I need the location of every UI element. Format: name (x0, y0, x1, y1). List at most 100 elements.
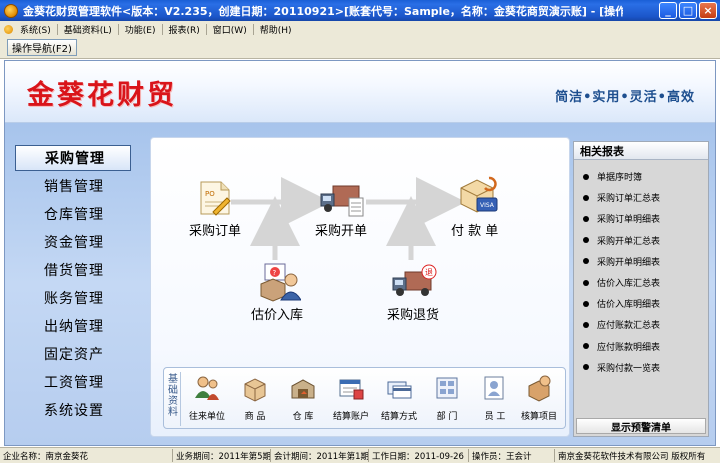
module-nav: 采购管理 销售管理 仓库管理 资金管理 借货管理 账务管理 出纳管理 固定资产 … (15, 145, 143, 425)
bullet-icon (583, 364, 589, 371)
base-item-label: 结算账户 (332, 412, 369, 422)
menu-report[interactable]: 报表(R) (163, 23, 206, 36)
payment-label[interactable]: 付 款 单 (451, 220, 498, 239)
status-operator: 操作员：王会计 (472, 452, 532, 462)
svg-text:PO: PO (205, 190, 215, 198)
report-estimate-detail[interactable]: 估价入库明细表 (574, 293, 708, 314)
related-reports-panel: 相关报表 单据序时簿 采购订单汇总表 采购订单明细表 采购开单汇总表 采购开单明… (573, 141, 709, 437)
report-payable-summary[interactable]: 应付账款汇总表 (574, 314, 708, 335)
content-area: 采购管理 销售管理 仓库管理 资金管理 借货管理 账务管理 出纳管理 固定资产 … (5, 123, 715, 445)
status-divider (368, 449, 369, 462)
settlement-account-icon (339, 379, 364, 400)
close-button[interactable]: × (699, 2, 717, 19)
main-area: 金葵花财贸 简洁•实用•灵活•高效 采购管理 销售管理 仓库管理 资金管理 借货… (4, 60, 716, 446)
report-label: 应付账款汇总表 (597, 321, 661, 332)
report-label: 估价入库汇总表 (597, 279, 661, 290)
report-bill-detail[interactable]: 采购开单明细表 (574, 251, 708, 272)
report-payment-list[interactable]: 采购付款一览表 (574, 357, 708, 378)
base-item-department[interactable]: 部 门 (424, 374, 470, 422)
status-divider (172, 449, 173, 462)
department-icon (436, 377, 458, 399)
menu-help[interactable]: 帮助(H) (254, 23, 298, 36)
tab-bar: 操作导航(F2) (0, 37, 720, 59)
maximize-button[interactable]: □ (679, 2, 697, 19)
purchase-bill-icon[interactable] (319, 178, 367, 221)
status-divider (554, 449, 555, 462)
report-label: 估价入库明细表 (597, 300, 661, 311)
payment-icon[interactable]: VISA (455, 174, 501, 221)
nav-loan[interactable]: 借货管理 (15, 257, 143, 283)
tab-operation-navigation[interactable]: 操作导航(F2) (7, 39, 77, 56)
status-divider (270, 449, 271, 462)
bullet-icon (583, 215, 589, 222)
status-company: 企业名称：南京金葵花 (3, 452, 89, 462)
minimize-button[interactable]: _ (659, 2, 677, 19)
base-item-label: 员 工 (484, 412, 506, 422)
nav-sales[interactable]: 销售管理 (15, 173, 143, 199)
report-payable-detail[interactable]: 应付账款明细表 (574, 336, 708, 357)
purchase-bill-label[interactable]: 采购开单 (315, 220, 367, 239)
slogan: 简洁•实用•灵活•高效 (555, 90, 695, 105)
base-item-label: 部 门 (436, 412, 458, 422)
base-item-label: 往来单位 (188, 412, 225, 422)
purchase-return-label[interactable]: 采购退货 (387, 304, 439, 323)
base-data-divider (180, 372, 181, 426)
report-bill-summary[interactable]: 采购开单汇总表 (574, 230, 708, 251)
nav-fixed-assets[interactable]: 固定资产 (15, 341, 143, 367)
report-order-detail[interactable]: 采购订单明细表 (574, 208, 708, 229)
report-document-journal[interactable]: 单据序时簿 (574, 166, 708, 187)
status-divider (468, 449, 469, 462)
nav-warehouse[interactable]: 仓库管理 (15, 201, 143, 227)
warehouse-icon (291, 379, 315, 399)
status-copyright: 南京金葵花软件技术有限公司 版权所有 (558, 452, 706, 462)
accounting-project-icon (528, 375, 551, 402)
nav-cashier[interactable]: 出纳管理 (15, 313, 143, 339)
base-item-settlement-account[interactable]: 结算账户 (328, 374, 374, 422)
estimate-stock-in-icon[interactable]: ? (259, 262, 302, 305)
purchase-order-icon[interactable]: PO (195, 178, 235, 221)
base-item-accounting-project[interactable]: 核算项目 (516, 374, 562, 422)
report-list: 单据序时簿 采购订单汇总表 采购订单明细表 采购开单汇总表 采购开单明细表 估价… (574, 160, 708, 378)
svg-text:VISA: VISA (480, 202, 495, 209)
purchase-return-icon[interactable]: 退 (391, 262, 439, 305)
flow-arrows (231, 177, 466, 260)
nav-system-settings[interactable]: 系统设置 (15, 397, 143, 423)
menu-base-data[interactable]: 基础资料(L) (58, 23, 118, 36)
status-work-date: 工作日期：2011-09-26 (372, 452, 464, 462)
menu-bar: 系统(S) 基础资料(L) 功能(E) 报表(R) 窗口(W) 帮助(H) (0, 21, 720, 37)
base-item-employee[interactable]: 员 工 (472, 374, 518, 422)
menu-window[interactable]: 窗口(W) (207, 23, 253, 36)
goods-icon (244, 378, 266, 402)
base-item-warehouse[interactable]: 仓 库 (280, 374, 326, 422)
report-label: 应付账款明细表 (597, 342, 661, 353)
show-alert-list-button[interactable]: 显示预警清单 (576, 418, 706, 434)
nav-funds[interactable]: 资金管理 (15, 229, 143, 255)
report-label: 采购付款一览表 (597, 363, 661, 374)
nav-accounting[interactable]: 账务管理 (15, 285, 143, 311)
contacts-icon (195, 376, 219, 400)
report-label: 单据序时簿 (597, 173, 643, 184)
bullet-icon (583, 258, 589, 265)
report-label: 采购订单汇总表 (597, 194, 661, 205)
brand-logo: 金葵花财贸 (27, 80, 177, 111)
base-item-settlement-method[interactable]: 结算方式 (376, 374, 422, 422)
menu-system[interactable]: 系统(S) (18, 23, 57, 36)
bullet-icon (583, 300, 589, 307)
report-order-summary[interactable]: 采购订单汇总表 (574, 187, 708, 208)
purchase-order-label[interactable]: 采购订单 (189, 220, 241, 239)
menu-app-icon[interactable] (4, 24, 13, 34)
status-business-period: 业务期间：2011年第5期 (176, 452, 272, 462)
report-estimate-summary[interactable]: 估价入库汇总表 (574, 272, 708, 293)
base-item-goods[interactable]: 商 品 (232, 374, 278, 422)
menu-function[interactable]: 功能(E) (119, 23, 162, 36)
nav-payroll[interactable]: 工资管理 (15, 369, 143, 395)
base-data-title: 基础资料 (168, 374, 178, 418)
employee-icon (484, 376, 504, 400)
estimate-stock-in-label[interactable]: 估价入库 (251, 304, 303, 323)
nav-purchase[interactable]: 采购管理 (15, 145, 131, 171)
report-label: 采购开单汇总表 (597, 236, 661, 247)
app-icon (4, 3, 18, 18)
banner: 金葵花财贸 简洁•实用•灵活•高效 (5, 61, 715, 123)
svg-text:退: 退 (425, 268, 433, 277)
base-item-contacts[interactable]: 往来单位 (184, 374, 230, 422)
